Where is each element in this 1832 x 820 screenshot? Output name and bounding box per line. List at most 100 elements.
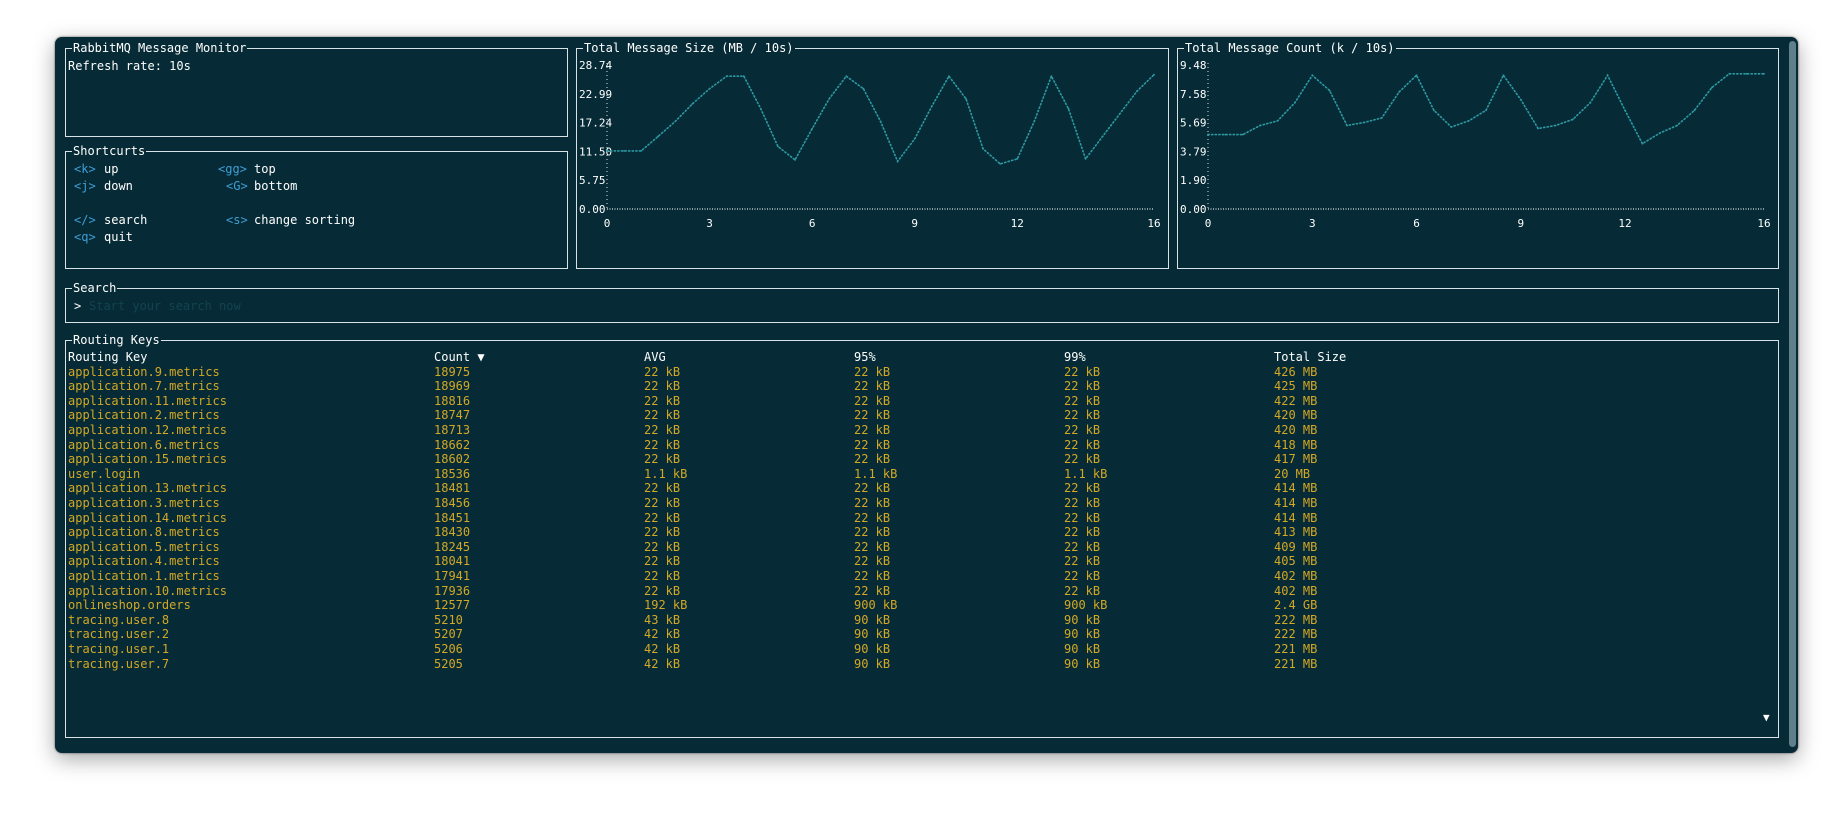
data-point bbox=[794, 159, 796, 161]
data-point bbox=[879, 120, 882, 123]
data-point bbox=[1259, 124, 1261, 127]
data-point bbox=[1241, 133, 1244, 136]
data-point bbox=[1589, 101, 1592, 104]
data-point bbox=[1415, 74, 1418, 77]
shortcut-key-bottom: <G> bbox=[226, 179, 248, 193]
data-point bbox=[1084, 158, 1087, 160]
table-row[interactable]: tracing.user.7 5205 42 kB 90 kB 90 kB 221 MB bbox=[68, 656, 1768, 673]
shortcut-label-down: down bbox=[104, 179, 133, 193]
data-point bbox=[1728, 72, 1731, 75]
shortcuts-title: Shortcurts bbox=[72, 143, 147, 159]
data-point bbox=[1033, 120, 1036, 123]
data-point bbox=[1711, 86, 1713, 89]
shortcut-key-top: <gg> bbox=[218, 162, 247, 176]
data-point bbox=[845, 75, 848, 78]
shortcut-key-down: <j> bbox=[74, 179, 96, 193]
shortcut-label-sort: change sorting bbox=[254, 213, 356, 227]
scroll-down-indicator[interactable]: ▼ bbox=[1763, 710, 1770, 726]
x-tick-label: 6 bbox=[809, 217, 816, 230]
y-tick-label: 11.50 bbox=[579, 145, 612, 158]
search-prompt: > bbox=[74, 299, 82, 313]
message-size-chart: 28.74 22.99 17.24 11.50 5.75 0.000 3 6 9 12 16 bbox=[579, 59, 1161, 230]
data-point bbox=[1572, 118, 1574, 121]
x-tick-label: 0 bbox=[1205, 217, 1212, 230]
data-point bbox=[1328, 89, 1331, 92]
data-point bbox=[1311, 74, 1314, 77]
table-cell: 90 kB bbox=[1064, 656, 1101, 671]
refresh-rate: Refresh rate: 10s bbox=[68, 59, 191, 73]
data-point bbox=[1763, 72, 1765, 75]
table-cell: 90 kB bbox=[854, 656, 891, 671]
series-line bbox=[1207, 73, 1765, 145]
y-tick-label: 0.00 bbox=[579, 203, 606, 216]
y-tick-label: 28.74 bbox=[579, 59, 612, 72]
shortcut-label-bottom: bottom bbox=[254, 179, 298, 193]
data-point bbox=[1745, 72, 1748, 75]
monitor-title: RabbitMQ Message Monitor bbox=[72, 40, 248, 56]
data-point bbox=[1519, 98, 1522, 101]
y-tick-label: 17.24 bbox=[579, 117, 612, 130]
x-tick-label: 3 bbox=[1309, 217, 1316, 230]
x-tick-label: 16 bbox=[1147, 217, 1160, 230]
shortcut-label-search: search bbox=[104, 213, 148, 227]
data-point bbox=[1398, 91, 1400, 93]
data-point bbox=[623, 150, 625, 152]
data-point bbox=[1363, 121, 1366, 124]
y-tick-label: 3.79 bbox=[1180, 145, 1207, 158]
data-point bbox=[1624, 109, 1626, 112]
data-point bbox=[1101, 135, 1104, 138]
data-point bbox=[708, 87, 711, 90]
search-input[interactable]: Start your search now bbox=[89, 298, 1769, 314]
x-tick-label: 9 bbox=[911, 217, 918, 230]
shortcut-key-up: <k> bbox=[74, 162, 96, 176]
x-tick-label: 12 bbox=[1011, 217, 1024, 230]
data-point bbox=[1207, 133, 1209, 136]
table-cell: 5205 bbox=[434, 656, 463, 671]
data-point bbox=[965, 97, 967, 100]
data-point bbox=[896, 160, 899, 163]
data-point bbox=[1380, 117, 1383, 119]
table-cell: 221 MB bbox=[1274, 656, 1318, 671]
y-tick-label: 5.75 bbox=[579, 174, 606, 187]
search-panel: Search > Start your search now bbox=[65, 280, 1779, 323]
shortcut-label-quit: quit bbox=[104, 230, 133, 244]
data-point bbox=[657, 135, 660, 138]
data-point bbox=[742, 75, 745, 78]
shortcut-key-quit: <q> bbox=[74, 230, 96, 244]
window-scrollbar[interactable] bbox=[1789, 41, 1796, 747]
data-point bbox=[725, 75, 728, 78]
data-point bbox=[913, 138, 916, 140]
data-point bbox=[1502, 74, 1505, 77]
table-cell: 42 kB bbox=[644, 656, 681, 671]
series-line bbox=[606, 73, 1155, 165]
shortcut-key-search: </> bbox=[74, 213, 96, 227]
routing-keys-table: Routing Key Count ▼ AVG 95% 99% Total Size app… bbox=[68, 349, 1773, 734]
data-point bbox=[1118, 112, 1121, 115]
data-point bbox=[828, 97, 831, 100]
x-tick-label: 3 bbox=[706, 217, 713, 230]
data-point bbox=[1067, 107, 1070, 110]
data-point bbox=[1153, 73, 1155, 76]
x-tick-label: 6 bbox=[1413, 217, 1420, 230]
routing-keys-panel: Routing Keys Routing Key Count ▼ AVG 95% 99%… bbox=[65, 332, 1779, 738]
data-point bbox=[1467, 120, 1470, 122]
data-point bbox=[777, 145, 779, 148]
data-point bbox=[1016, 158, 1019, 160]
data-point bbox=[674, 120, 677, 123]
y-tick-label: 0.00 bbox=[1180, 203, 1207, 216]
data-point bbox=[1485, 109, 1487, 112]
data-point bbox=[1676, 124, 1678, 127]
data-point bbox=[1693, 109, 1696, 112]
data-point bbox=[1450, 126, 1453, 128]
data-point bbox=[640, 150, 643, 152]
data-point bbox=[982, 148, 984, 150]
data-point bbox=[606, 150, 608, 152]
monitor-panel: RabbitMQ Message Monitor Refresh rate: 1… bbox=[65, 40, 568, 137]
data-point bbox=[930, 105, 933, 108]
routing-keys-title: Routing Keys bbox=[72, 332, 161, 348]
message-size-chart-panel: Total Message Size (MB / 10s) 28.74 22.99… bbox=[576, 40, 1169, 269]
data-point bbox=[759, 107, 762, 110]
search-title: Search bbox=[72, 280, 118, 296]
x-tick-label: 0 bbox=[604, 217, 611, 230]
data-point bbox=[1433, 109, 1435, 112]
